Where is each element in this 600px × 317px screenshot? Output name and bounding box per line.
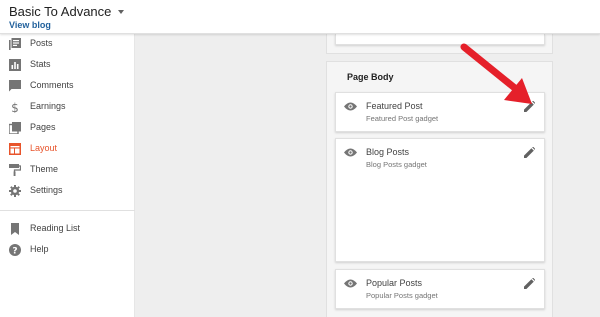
sidebar-item-label: Comments — [30, 80, 74, 90]
sidebar-item-label: Theme — [30, 164, 59, 174]
paint-roller-icon — [9, 164, 21, 176]
top-bar: Basic To Advance View blog — [0, 0, 600, 34]
sidebar-item-label: Settings — [30, 185, 63, 195]
gadget-card-popular-posts[interactable]: Popular Posts Popular Posts gadget — [335, 269, 545, 309]
sidebar-item-label: Help — [30, 244, 49, 254]
sidebar: Posts Stats Comments $ Earnings Pages La… — [0, 34, 135, 317]
pencil-icon[interactable] — [524, 278, 535, 289]
dollar-icon: $ — [11, 101, 19, 113]
gadget-name: Popular Posts — [366, 278, 423, 288]
help-icon: ? — [9, 244, 21, 256]
gadget-subtitle: Popular Posts gadget — [366, 291, 438, 300]
comments-icon — [9, 80, 21, 92]
sidebar-item-comments[interactable]: Comments — [0, 76, 135, 96]
sidebar-item-posts[interactable]: Posts — [0, 34, 135, 54]
sidebar-item-theme[interactable]: Theme — [0, 160, 135, 180]
sidebar-item-help[interactable]: ? Help — [0, 240, 135, 260]
view-blog-link[interactable]: View blog — [9, 20, 51, 30]
sidebar-item-label: Layout — [30, 143, 58, 153]
blog-selector[interactable]: Basic To Advance — [9, 4, 125, 19]
posts-icon — [9, 38, 21, 50]
pencil-icon[interactable] — [524, 147, 535, 158]
bookmark-icon — [11, 223, 19, 235]
sidebar-item-label: Earnings — [30, 101, 66, 111]
sidebar-item-label: Reading List — [30, 223, 81, 233]
sidebar-divider — [0, 210, 135, 211]
stats-icon — [9, 59, 21, 71]
blog-title: Basic To Advance — [9, 4, 112, 19]
sidebar-item-label: Stats — [30, 59, 51, 69]
sidebar-item-settings[interactable]: Settings — [0, 181, 135, 201]
gadget-name: Blog Posts — [366, 147, 410, 157]
sidebar-item-layout[interactable]: Layout — [0, 139, 135, 159]
sidebar-item-earnings[interactable]: $ Earnings — [0, 97, 135, 117]
red-arrow-annotation — [460, 43, 532, 104]
layout-icon — [9, 143, 21, 155]
gadget-subtitle: Featured Post gadget — [366, 114, 439, 123]
sidebar-item-reading-list[interactable]: Reading List — [0, 219, 135, 239]
eye-icon[interactable] — [344, 102, 357, 111]
gadget-card-blog-posts[interactable]: Blog Posts Blog Posts gadget — [335, 138, 545, 262]
gadget-name: Featured Post — [366, 101, 423, 111]
section-title: Page Body — [347, 72, 394, 82]
sidebar-item-label: Pages — [30, 122, 56, 132]
sidebar-item-pages[interactable]: Pages — [0, 118, 135, 138]
gadget-subtitle: Blog Posts gadget — [366, 160, 427, 169]
svg-text:?: ? — [12, 246, 17, 256]
caret-down-icon — [118, 10, 125, 14]
pages-icon — [9, 122, 21, 134]
gear-icon — [9, 185, 21, 197]
eye-icon[interactable] — [344, 148, 357, 157]
sidebar-item-label: Posts — [30, 38, 53, 48]
svg-text:$: $ — [11, 101, 19, 113]
sidebar-item-stats[interactable]: Stats — [0, 55, 135, 75]
eye-icon[interactable] — [344, 279, 357, 288]
